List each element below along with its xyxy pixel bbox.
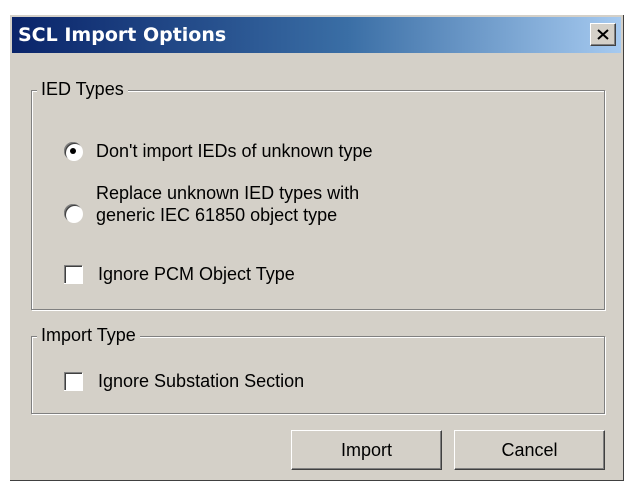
window-title: SCL Import Options	[18, 24, 227, 46]
close-button[interactable]	[590, 23, 616, 46]
scl-import-options-dialog: SCL Import Options IED Types Don't impor…	[9, 14, 624, 481]
radio-dont-import-label: Don't import IEDs of unknown type	[96, 141, 373, 161]
checkbox-box[interactable]	[64, 265, 82, 283]
import-button[interactable]: Import	[291, 430, 442, 470]
checkbox-ignore-substation[interactable]: Ignore Substation Section	[64, 370, 304, 392]
radio-replace-label-line1: Replace unknown IED types with	[96, 183, 360, 203]
import-type-legend: Import Type	[37, 325, 140, 346]
checkbox-ignore-pcm[interactable]: Ignore PCM Object Type	[64, 263, 295, 285]
radio-button-selected[interactable]	[64, 142, 82, 160]
radio-button-unselected[interactable]	[64, 204, 82, 222]
radio-dont-import[interactable]: Don't import IEDs of unknown type	[64, 140, 373, 162]
radio-replace-label-line2: generic IEC 61850 object type	[96, 205, 338, 225]
title-bar[interactable]: SCL Import Options	[12, 17, 621, 53]
close-x-icon	[597, 29, 609, 40]
checkbox-ignore-substation-label: Ignore Substation Section	[98, 371, 305, 391]
checkbox-box[interactable]	[64, 372, 82, 390]
cancel-button[interactable]: Cancel	[454, 430, 605, 470]
ied-types-legend: IED Types	[37, 79, 128, 100]
checkbox-ignore-pcm-label: Ignore PCM Object Type	[98, 264, 295, 284]
radio-replace-unknown[interactable]: Replace unknown IED types with generic I…	[64, 182, 359, 226]
